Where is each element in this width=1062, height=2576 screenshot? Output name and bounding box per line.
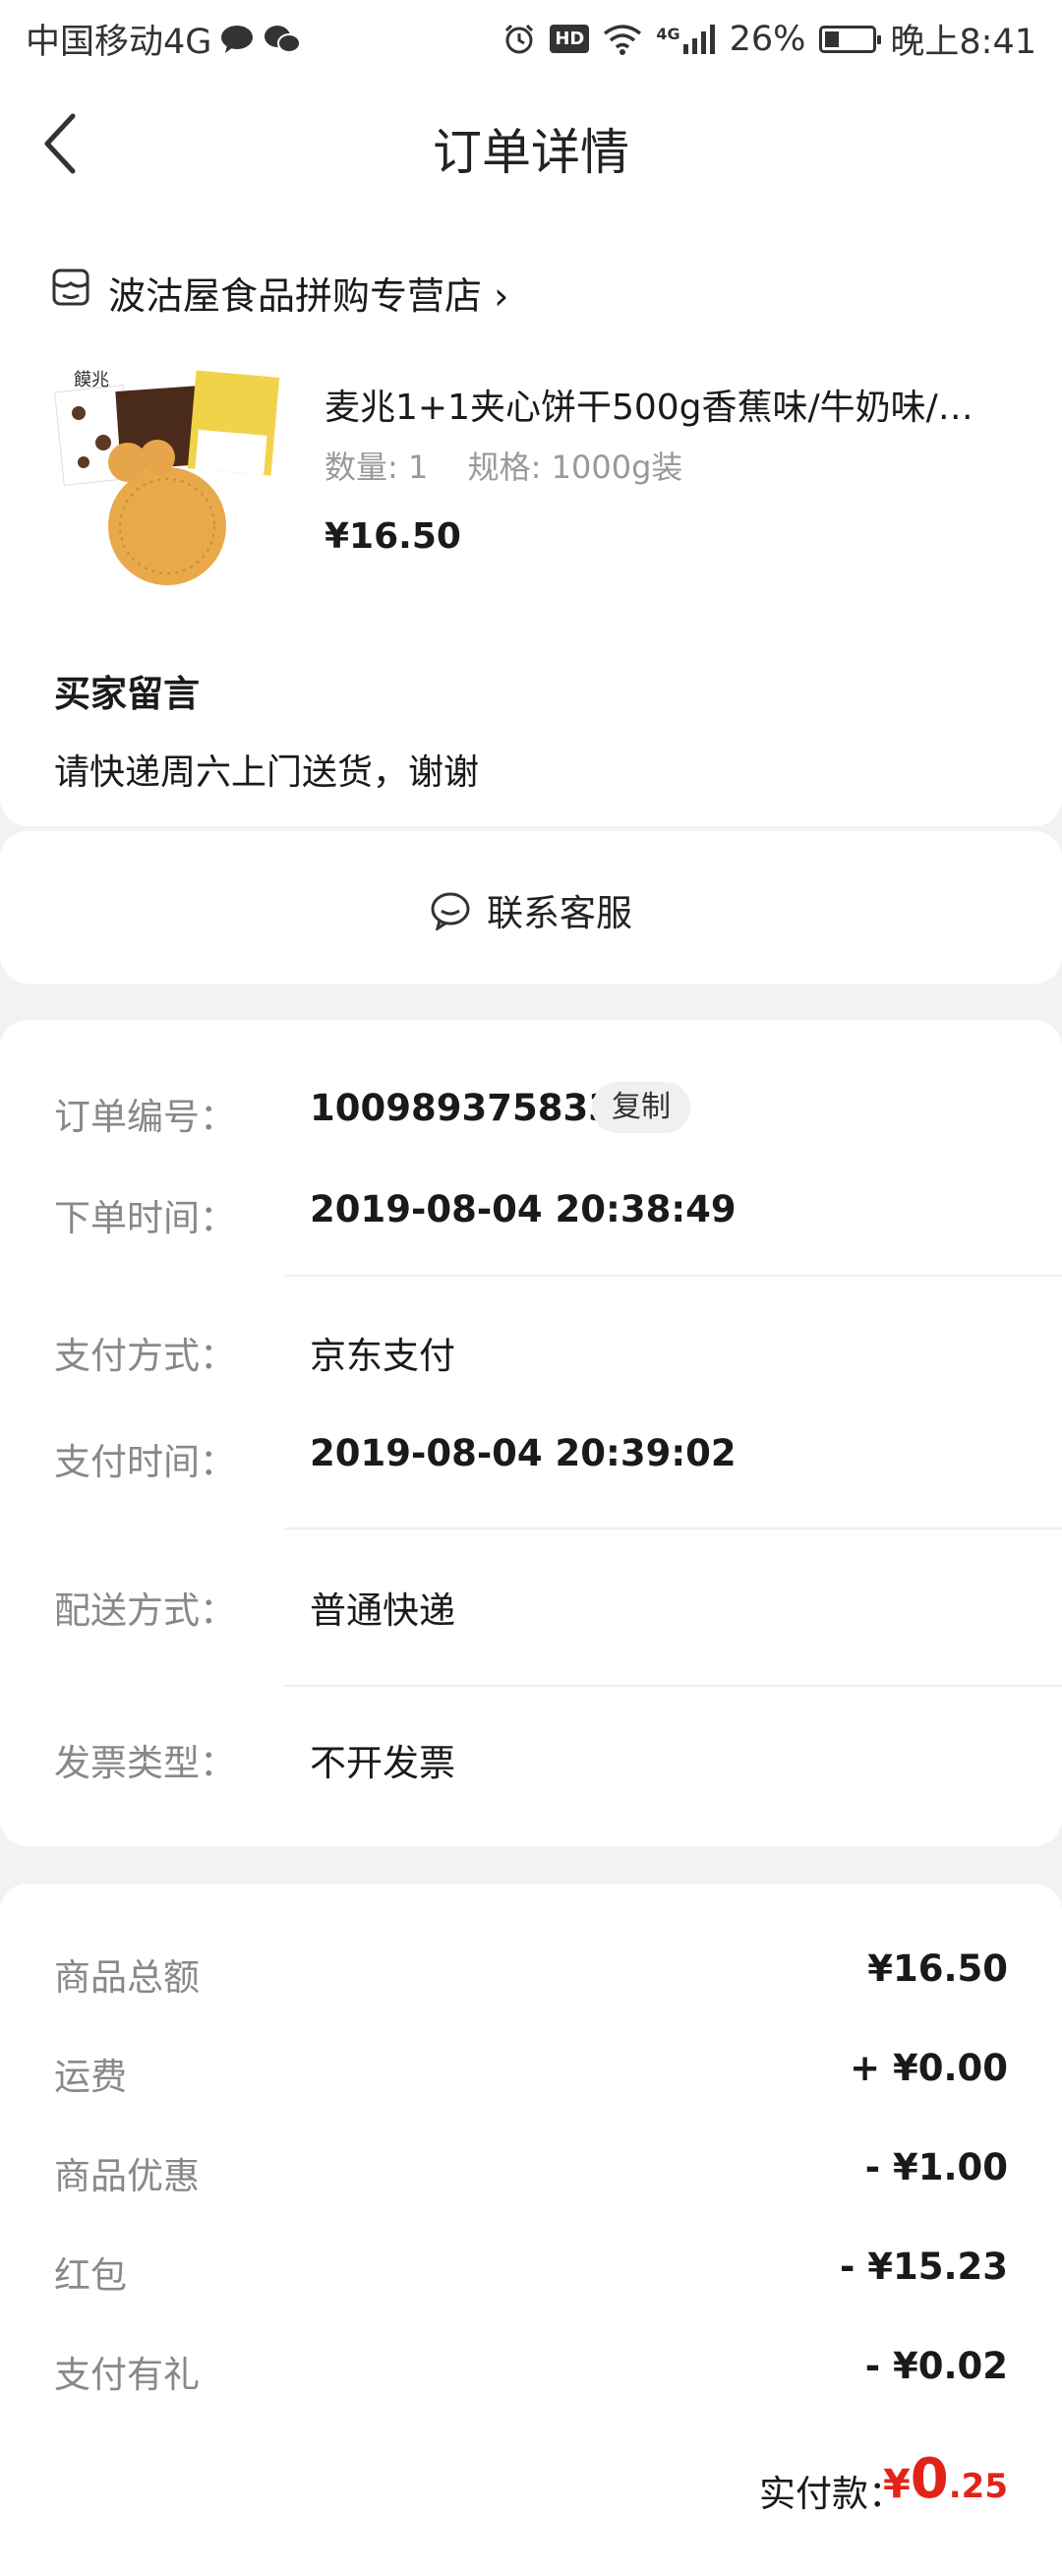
invoice-type: 不开发票: [310, 1742, 455, 1784]
divider: [285, 1275, 1062, 1277]
chat-smile-icon: [431, 892, 470, 930]
payment-time-label: 支付时间：: [54, 1441, 236, 1483]
shipping-fee-value: + ¥0.00: [850, 2047, 1008, 2089]
battery-percent: 26%: [729, 19, 806, 59]
wifi-icon: [604, 24, 642, 55]
buyer-message-label: 买家留言: [54, 673, 200, 715]
order-number: 100989375833: [310, 1087, 614, 1129]
shipping-fee-label: 运费: [54, 2056, 127, 2098]
shop-name-link[interactable]: 波沽屋食品拼购专营店 ›: [108, 266, 508, 320]
product-title[interactable]: 麦兆1+1夹心饼干500g香蕉味/牛奶味/…: [324, 379, 1013, 430]
goods-total-label: 商品总额: [54, 1956, 200, 1999]
product-quantity: 数量: 1: [324, 449, 429, 486]
order-time-label: 下单时间：: [54, 1197, 236, 1239]
payment-method: 京东支付: [310, 1335, 455, 1377]
hd-badge: HD: [550, 25, 590, 53]
message-icon: [221, 25, 254, 53]
red-packet-value: - ¥15.23: [839, 2246, 1008, 2288]
copy-button[interactable]: 复制: [592, 1082, 690, 1133]
delivery-method: 普通快递: [310, 1589, 455, 1632]
goods-discount-label: 商品优惠: [54, 2155, 200, 2197]
goods-total-value: ¥16.50: [867, 1947, 1008, 1990]
amount-decimal: .25: [948, 2467, 1008, 2506]
invoice-type-label: 发票类型：: [54, 1742, 236, 1784]
divider: [285, 1528, 1062, 1529]
red-packet-label: 红包: [54, 2254, 127, 2297]
payment-method-label: 支付方式：: [54, 1335, 236, 1377]
alarm-icon: [505, 24, 534, 53]
buyer-message-text: 请快递周六上门送货，谢谢: [54, 752, 480, 793]
status-bar-right: HD 4G 26% 晚上8:41: [502, 14, 1036, 64]
payment-gift-value: - ¥0.02: [864, 2345, 1008, 2387]
divider: [285, 1685, 1062, 1687]
payment-time: 2019-08-04 20:39:02: [310, 1432, 737, 1474]
contact-service-label: 联系客服: [487, 892, 632, 934]
shop-icon: [52, 269, 89, 306]
actual-payment-value: ¥0.25: [883, 2447, 1008, 2511]
contact-service-button[interactable]: 联系客服: [0, 883, 1062, 936]
network-type: 4G: [656, 24, 680, 43]
product-spec-row: 数量: 1 规格: 1000g装: [324, 443, 682, 488]
clock: 晚上8:41: [890, 23, 1036, 62]
wechat-icon: [265, 25, 302, 53]
product-spec: 规格: 1000g装: [467, 449, 683, 486]
delivery-method-label: 配送方式：: [54, 1589, 236, 1632]
product-image-brand: 饃兆: [74, 370, 109, 390]
goods-discount-value: - ¥1.00: [864, 2146, 1008, 2188]
signal-icon: [682, 24, 715, 54]
product-price: ¥16.50: [324, 516, 461, 557]
currency-symbol: ¥: [882, 2462, 911, 2507]
order-number-label: 订单编号：: [54, 1096, 236, 1138]
amount-integer: 0: [910, 2447, 949, 2511]
battery-icon: [819, 25, 882, 53]
order-time: 2019-08-04 20:38:49: [310, 1188, 737, 1230]
payment-gift-label: 支付有礼: [54, 2354, 200, 2396]
page-title: 订单详情: [433, 124, 629, 181]
carrier-label: 中国移动4G: [26, 23, 212, 62]
status-bar-left: 中国移动4G: [26, 14, 302, 64]
product-image[interactable]: 饃兆: [54, 364, 285, 585]
